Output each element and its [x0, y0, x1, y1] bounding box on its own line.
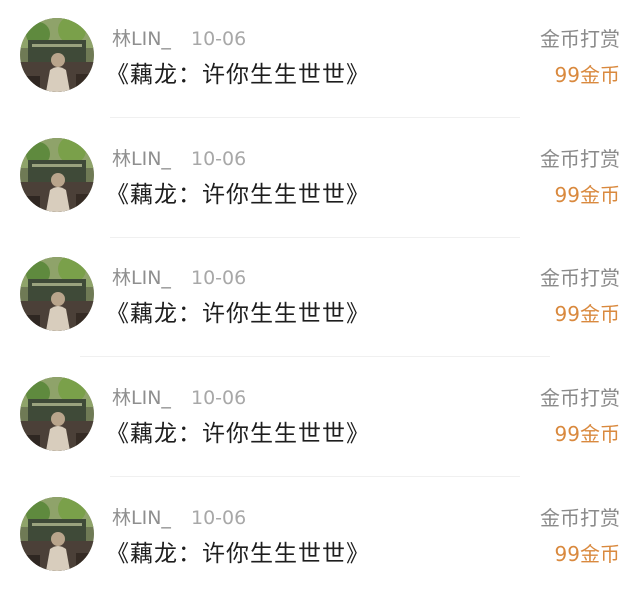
username[interactable]: 林LIN_: [112, 27, 171, 51]
date-label: 10-06: [191, 148, 247, 170]
tip-amount: 99金币: [554, 542, 620, 566]
tip-amount: 99金币: [554, 183, 620, 207]
work-title[interactable]: 《藕龙：许你生生世世》: [106, 419, 370, 449]
gift-record-list: 林LIN_ 10-06 《藕龙：许你生生世世》 金币打赏 99金币 林LIN_ …: [0, 0, 640, 587]
username[interactable]: 林LIN_: [112, 266, 171, 290]
date-label: 10-06: [191, 267, 247, 289]
user-avatar-icon[interactable]: [20, 138, 94, 212]
list-item[interactable]: 林LIN_ 10-06 《藕龙：许你生生世世》 金币打赏 99金币: [0, 0, 640, 120]
tip-amount: 99金币: [554, 302, 620, 326]
username[interactable]: 林LIN_: [112, 386, 171, 410]
tip-type-label: 金币打赏: [540, 266, 620, 290]
user-avatar-icon[interactable]: [20, 377, 94, 451]
tip-amount: 99金币: [554, 422, 620, 446]
tip-type-label: 金币打赏: [540, 27, 620, 51]
tip-amount: 99金币: [554, 63, 620, 87]
date-label: 10-06: [191, 387, 247, 409]
date-label: 10-06: [191, 28, 247, 50]
tip-type-label: 金币打赏: [540, 386, 620, 410]
work-title[interactable]: 《藕龙：许你生生世世》: [106, 299, 370, 329]
work-title[interactable]: 《藕龙：许你生生世世》: [106, 180, 370, 210]
divider: [110, 476, 520, 477]
user-avatar-icon[interactable]: [20, 497, 94, 571]
work-title[interactable]: 《藕龙：许你生生世世》: [106, 60, 370, 90]
user-avatar-icon[interactable]: [20, 257, 94, 331]
date-label: 10-06: [191, 507, 247, 529]
list-item[interactable]: 林LIN_ 10-06 《藕龙：许你生生世世》 金币打赏 99金币: [0, 239, 640, 359]
user-avatar-icon[interactable]: [20, 18, 94, 92]
tip-type-label: 金币打赏: [540, 147, 620, 171]
divider: [80, 356, 550, 357]
work-title[interactable]: 《藕龙：许你生生世世》: [106, 539, 370, 569]
divider: [110, 237, 520, 238]
divider: [110, 117, 520, 118]
list-item[interactable]: 林LIN_ 10-06 《藕龙：许你生生世世》 金币打赏 99金币: [0, 359, 640, 479]
username[interactable]: 林LIN_: [112, 506, 171, 530]
list-item[interactable]: 林LIN_ 10-06 《藕龙：许你生生世世》 金币打赏 99金币: [0, 479, 640, 599]
username[interactable]: 林LIN_: [112, 147, 171, 171]
tip-type-label: 金币打赏: [540, 506, 620, 530]
list-item[interactable]: 林LIN_ 10-06 《藕龙：许你生生世世》 金币打赏 99金币: [0, 120, 640, 240]
